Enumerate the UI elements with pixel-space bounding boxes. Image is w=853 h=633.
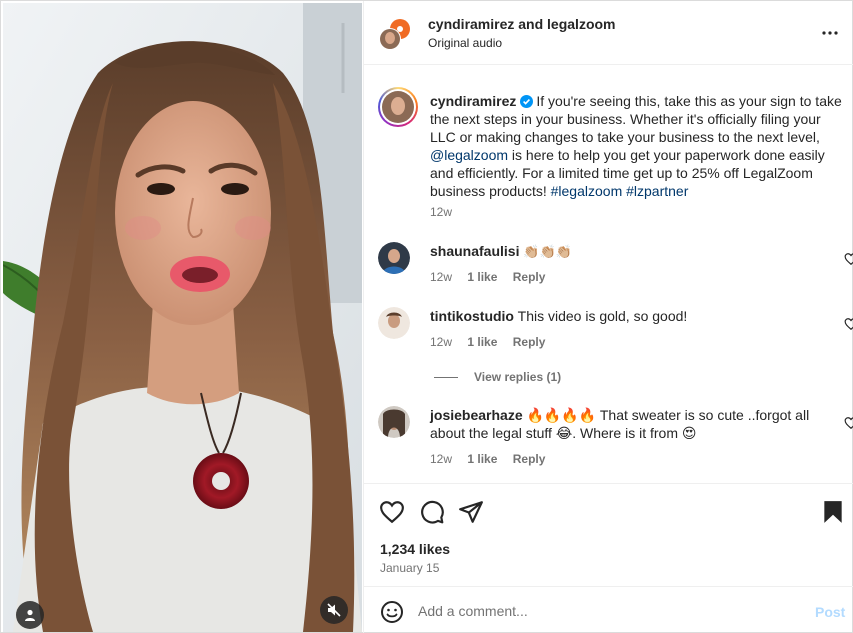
tagged-users-button[interactable] bbox=[16, 601, 44, 629]
commenter-avatar[interactable] bbox=[378, 242, 410, 274]
post-date[interactable]: January 15 bbox=[380, 561, 439, 575]
comment-bubble-icon[interactable] bbox=[419, 499, 445, 525]
caption-avatar[interactable] bbox=[378, 87, 418, 127]
like-comment-heart-icon[interactable] bbox=[844, 416, 853, 430]
comment-time[interactable]: 12w bbox=[430, 452, 452, 466]
more-horizontal-icon bbox=[822, 31, 838, 35]
comment-time[interactable]: 12w bbox=[430, 335, 452, 349]
comment-likes[interactable]: 1 like bbox=[467, 335, 497, 349]
likes-count[interactable]: 1,234 likes bbox=[380, 541, 450, 557]
post-title[interactable]: cyndiramirez and legalzoom bbox=[428, 16, 616, 32]
hashtag-lzpartner[interactable]: #lzpartner bbox=[626, 183, 688, 199]
comment-text: josiebearhaze 🔥🔥🔥🔥 That sweater is so cu… bbox=[430, 406, 810, 442]
like-heart-icon[interactable] bbox=[379, 499, 405, 525]
reply-button[interactable]: Reply bbox=[513, 270, 546, 284]
like-comment-heart-icon[interactable] bbox=[844, 317, 853, 331]
mute-button[interactable] bbox=[320, 596, 348, 624]
comment-username[interactable]: josiebearhaze bbox=[430, 407, 523, 423]
comment-time[interactable]: 12w bbox=[430, 270, 452, 284]
like-comment-heart-icon[interactable] bbox=[844, 252, 853, 266]
audio-label[interactable]: Original audio bbox=[428, 36, 502, 50]
share-send-icon[interactable] bbox=[458, 499, 484, 525]
hashtag-legalzoom[interactable]: #legalzoom bbox=[551, 183, 623, 199]
view-replies-button[interactable]: View replies (1) bbox=[434, 370, 561, 384]
comment-username[interactable]: shaunafaulisi bbox=[430, 243, 519, 259]
commenter-avatar[interactable] bbox=[378, 307, 410, 339]
comment-likes[interactable]: 1 like bbox=[467, 270, 497, 284]
emoji-icon[interactable] bbox=[380, 600, 404, 624]
commenter-avatar[interactable] bbox=[378, 406, 410, 438]
comment-likes[interactable]: 1 like bbox=[467, 452, 497, 466]
caption-time[interactable]: 12w bbox=[430, 205, 452, 219]
comment-composer: Post bbox=[364, 586, 853, 633]
reply-button[interactable]: Reply bbox=[513, 452, 546, 466]
post-video[interactable] bbox=[3, 3, 362, 632]
divider-line bbox=[434, 377, 458, 379]
comment-body: This video is gold, so good! bbox=[517, 308, 688, 324]
more-options-button[interactable] bbox=[820, 23, 840, 43]
author-avatar bbox=[382, 91, 414, 123]
comment-text: shaunafaulisi 👏🏼👏🏼👏🏼 bbox=[430, 242, 810, 261]
reply-button[interactable]: Reply bbox=[513, 335, 546, 349]
post-actions: 1,234 likes January 15 bbox=[364, 483, 853, 583]
caption-mention[interactable]: @legalzoom bbox=[430, 147, 508, 163]
caption-username[interactable]: cyndiramirez bbox=[430, 93, 516, 109]
user-icon bbox=[25, 609, 35, 621]
view-replies-label: View replies (1) bbox=[474, 370, 562, 384]
video-frame bbox=[3, 3, 362, 632]
collab-avatars[interactable] bbox=[378, 17, 412, 51]
caption-text: cyndiramirez If you're seeing this, take … bbox=[430, 92, 844, 200]
comment-username[interactable]: tintikostudio bbox=[430, 308, 514, 324]
comment-meta: 12w 1 like Reply bbox=[430, 452, 557, 466]
post-button[interactable]: Post bbox=[815, 604, 845, 620]
instagram-post-modal: cyndiramirez and legalzoom Original audi… bbox=[0, 0, 853, 633]
save-bookmark-icon[interactable] bbox=[820, 499, 846, 525]
comment-body: 👏🏼👏🏼👏🏼 bbox=[523, 244, 572, 259]
comment-meta: 12w 1 like Reply bbox=[430, 335, 557, 349]
speaker-muted-icon bbox=[327, 603, 341, 617]
post-header: cyndiramirez and legalzoom Original audi… bbox=[364, 1, 853, 65]
post-side-panel: cyndiramirez and legalzoom Original audi… bbox=[363, 1, 853, 633]
comment-meta: 12w 1 like Reply bbox=[430, 270, 557, 284]
comment-input[interactable] bbox=[418, 597, 798, 625]
comment-text: tintikostudio This video is gold, so goo… bbox=[430, 307, 810, 325]
verified-badge-icon bbox=[520, 95, 534, 108]
